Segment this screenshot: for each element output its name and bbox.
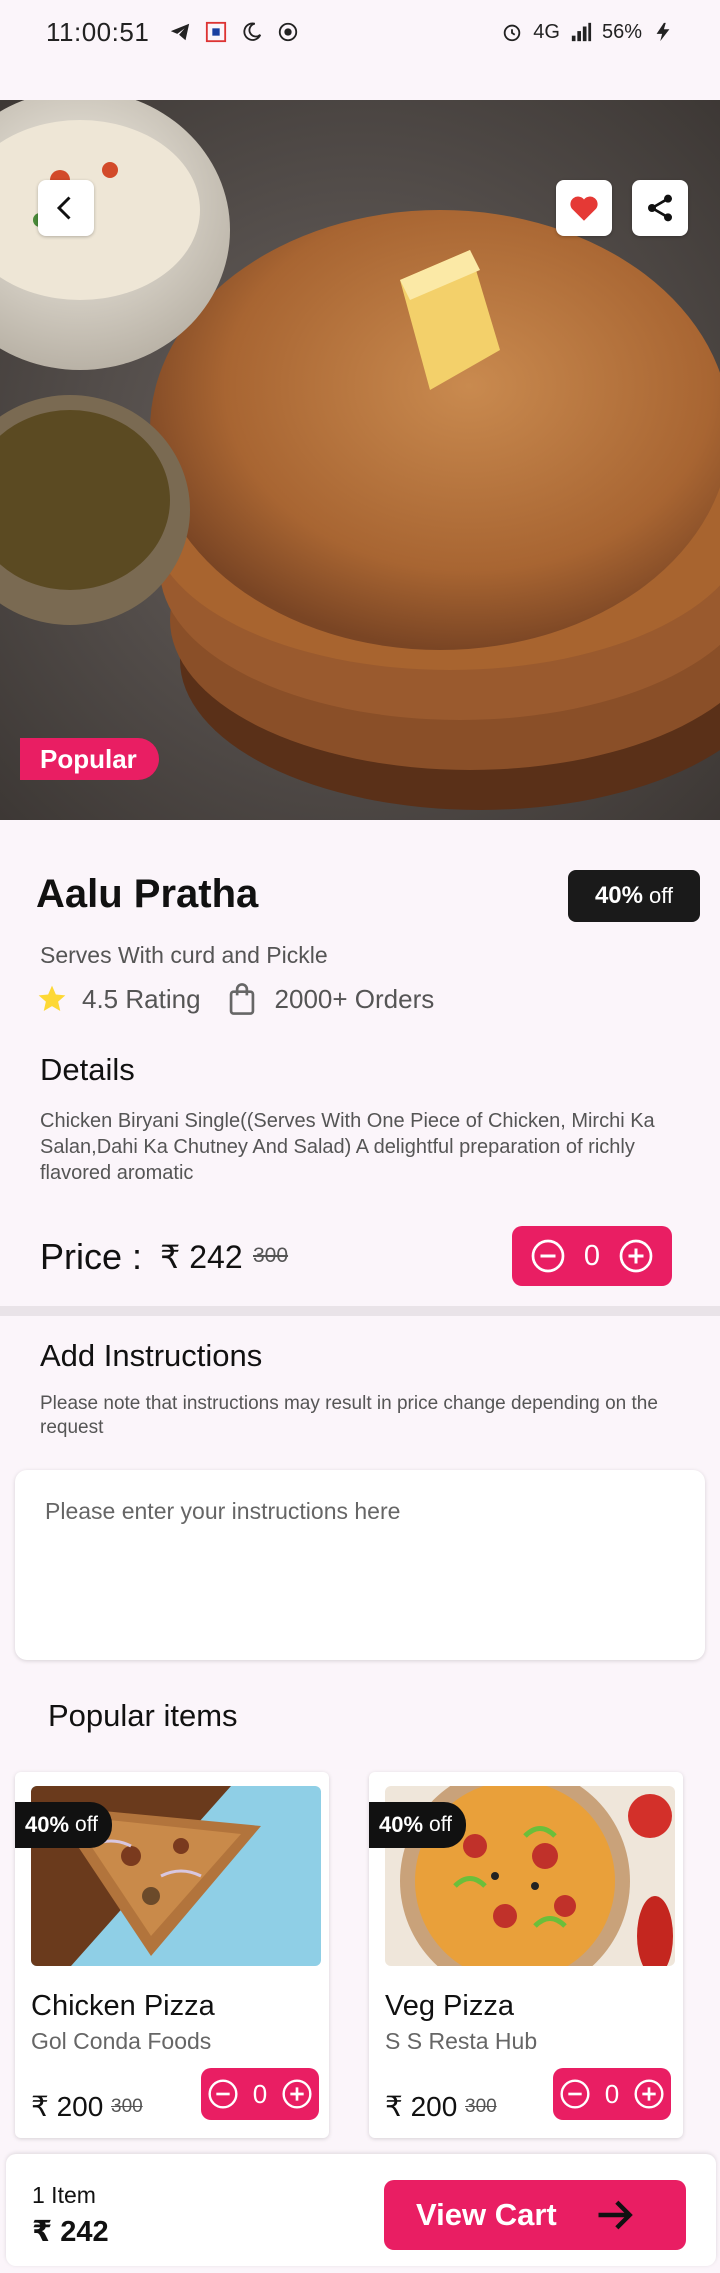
discount-tag: 40% off [15, 1802, 113, 1848]
battery-label: 56% [601, 20, 642, 43]
network-label: 4G [533, 20, 560, 43]
popular-badge: Popular [20, 738, 159, 780]
status-time: 11:00:51 [46, 16, 150, 47]
back-button[interactable] [38, 180, 94, 236]
share-icon [648, 194, 672, 222]
discount-percent: 40% [379, 1812, 424, 1837]
notification-icons [169, 21, 299, 43]
heart-icon [570, 196, 598, 221]
shopping-bag-icon [229, 983, 254, 1015]
status-bar: 11:00:51 4G 56% [0, 0, 720, 64]
alarm-icon [504, 24, 521, 42]
charging-icon [656, 22, 670, 42]
arrow-right-icon [598, 2200, 633, 2230]
plus-icon[interactable] [633, 2078, 665, 2110]
product-old-price: 300 [111, 2096, 143, 2117]
telegram-icon [171, 23, 190, 41]
discount-suffix: off [648, 883, 674, 908]
discount-suffix: off [429, 1813, 453, 1836]
cart-bar: 1 Item ₹ 242 View Cart [6, 2154, 716, 2266]
quantity-stepper: 0 [553, 2068, 671, 2120]
price-label: Price : [40, 1236, 143, 1277]
old-price: 300 [253, 1244, 289, 1267]
share-button[interactable] [632, 180, 688, 236]
view-cart-button[interactable]: View Cart [384, 2180, 686, 2250]
item-meta: 4.5 Rating 2000+ Orders [36, 982, 434, 1016]
quantity-stepper: 0 [512, 1226, 672, 1286]
orders-text: 2000+ Orders [274, 983, 435, 1014]
cart-item-count: 1 Item [32, 2182, 96, 2208]
minus-icon[interactable] [530, 1238, 566, 1274]
star-icon [38, 985, 66, 1011]
product-price: ₹ 200 [31, 2091, 104, 2122]
details-heading: Details [40, 1052, 135, 1087]
product-card[interactable]: 40% off Chicken Pizza Gol Conda Foods ₹ … [15, 1772, 329, 2138]
cart-total: ₹ 242 [32, 2216, 109, 2248]
quantity-value: 0 [252, 2078, 268, 2109]
rating-text: 4.5 Rating [82, 983, 201, 1014]
view-cart-label: View Cart [416, 2197, 557, 2232]
plus-icon[interactable] [618, 1238, 654, 1274]
target-icon [279, 22, 298, 42]
instructions-box [15, 1470, 705, 1660]
item-subtitle: Serves With curd and Pickle [40, 942, 328, 968]
discount-percent: 40% [25, 1812, 70, 1837]
app-icon [206, 21, 227, 43]
product-price: ₹ 200 [385, 2091, 458, 2122]
quantity-stepper: 0 [201, 2068, 319, 2120]
food-photo [0, 100, 720, 820]
discount-percent: 40% [594, 882, 643, 909]
price-value: ₹ 242 [160, 1239, 243, 1275]
item-title: Aalu Pratha [36, 872, 259, 916]
chevron-left-icon [56, 196, 71, 220]
discount-suffix: off [75, 1813, 99, 1836]
product-shop: S S Resta Hub [385, 2028, 538, 2054]
instructions-note: Please note that instructions may result… [40, 1393, 658, 1438]
quantity-value: 0 [604, 2078, 620, 2109]
section-divider [0, 1306, 720, 1316]
discount-tag: 40% off [369, 1802, 467, 1848]
plus-icon[interactable] [281, 2078, 313, 2110]
instructions-heading: Add Instructions [40, 1338, 263, 1373]
product-shop: Gol Conda Foods [31, 2028, 212, 2054]
popular-heading: Popular items [48, 1698, 238, 1733]
item-description: Chicken Biryani Single((Serves With One … [40, 1110, 655, 1184]
quantity-value: 0 [583, 1239, 601, 1272]
discount-chip: 40% off [568, 870, 700, 922]
instructions-input[interactable] [45, 1498, 675, 1525]
minus-icon[interactable] [559, 2078, 591, 2110]
hero-image: Popular [0, 100, 720, 820]
product-card[interactable]: 40% off Veg Pizza S S Resta Hub ₹ 200 30… [369, 1772, 683, 2138]
status-right: 4G 56% [501, 21, 674, 44]
product-name: Veg Pizza [385, 1990, 514, 2022]
minus-icon[interactable] [207, 2078, 239, 2110]
product-old-price: 300 [465, 2096, 497, 2117]
signal-icon [571, 22, 592, 42]
favorite-button[interactable] [556, 180, 612, 236]
product-name: Chicken Pizza [31, 1990, 215, 2022]
moon-icon [243, 22, 262, 41]
